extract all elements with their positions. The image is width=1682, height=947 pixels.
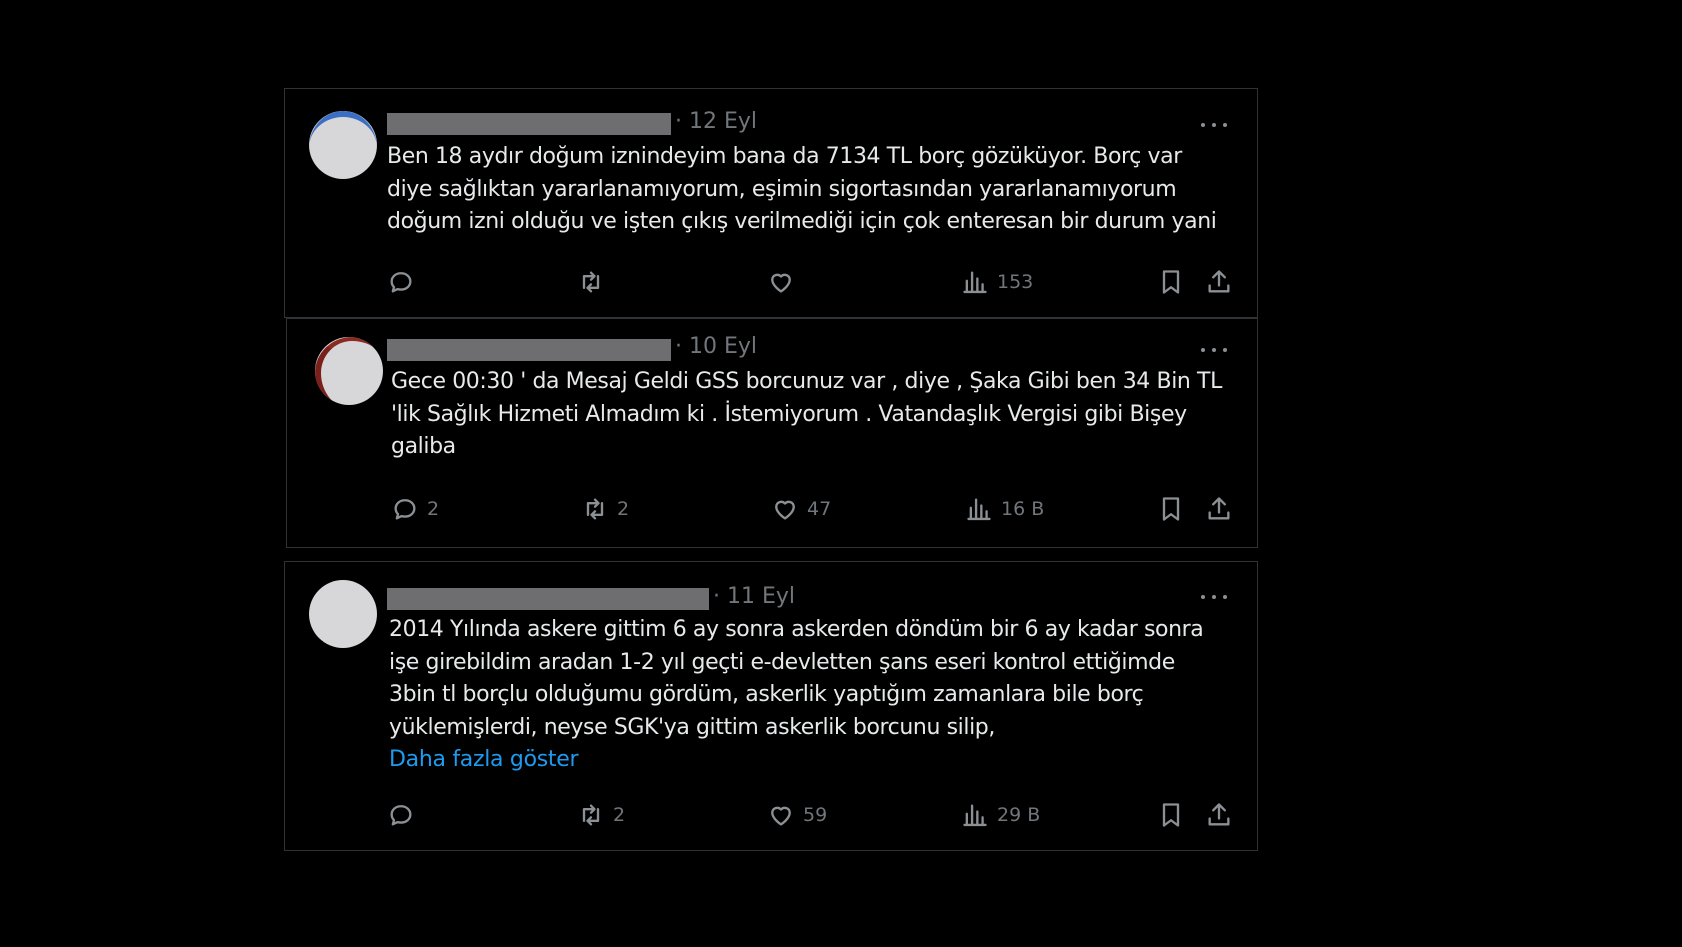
- bookmark-icon: [1162, 803, 1180, 827]
- share-icon: [1208, 270, 1230, 293]
- bookmark-button[interactable]: [1157, 493, 1185, 525]
- like-count: 47: [807, 498, 832, 520]
- tweet-card[interactable]: · 10 Eyl Gece 00:30 ' da Mesaj Geldi GSS…: [286, 318, 1258, 548]
- tweet-card[interactable]: · 12 Eyl Ben 18 aydır doğum iznindeyim b…: [284, 88, 1258, 318]
- views-icon: [967, 498, 991, 521]
- views-button[interactable]: 29 B: [961, 799, 1040, 831]
- tweet-actions: 2 2 47 16 B: [391, 493, 1233, 525]
- reply-icon: [390, 805, 412, 826]
- like-icon: [775, 500, 795, 520]
- tweet-date[interactable]: · 10 Eyl: [675, 334, 757, 359]
- bookmark-icon: [1162, 270, 1180, 294]
- views-icon: [963, 271, 987, 294]
- reply-button[interactable]: 2: [391, 493, 439, 525]
- tweet-date[interactable]: · 12 Eyl: [675, 109, 757, 134]
- reply-icon: [394, 499, 416, 520]
- like-count: 59: [803, 804, 828, 826]
- bookmark-icon: [1162, 497, 1180, 521]
- like-icon: [771, 273, 791, 293]
- avatar[interactable]: [309, 111, 377, 179]
- views-icon: [963, 804, 987, 827]
- more-icon[interactable]: [1201, 345, 1227, 355]
- retweet-icon: [582, 804, 600, 826]
- tweet-actions: 153: [387, 266, 1233, 298]
- share-icon: [1208, 497, 1230, 520]
- avatar[interactable]: [309, 580, 377, 648]
- reply-icon: [390, 272, 412, 293]
- tweet-text: 2014 Yılında askere gittim 6 ay sonra as…: [389, 617, 1204, 740]
- retweet-count: 2: [613, 804, 626, 826]
- views-button[interactable]: 16 B: [965, 493, 1044, 525]
- tweet-card[interactable]: · 11 Eyl 2014 Yılında askere gittim 6 ay…: [284, 561, 1258, 851]
- redacted-username: [387, 588, 709, 610]
- tweet-date[interactable]: · 11 Eyl: [713, 584, 795, 609]
- retweet-button[interactable]: [577, 266, 613, 298]
- retweet-count: 2: [617, 498, 630, 520]
- bookmark-button[interactable]: [1157, 799, 1185, 831]
- reply-count: 2: [427, 498, 440, 520]
- retweet-button[interactable]: 2: [581, 493, 629, 525]
- like-button[interactable]: 47: [771, 493, 831, 525]
- views-count: 29 B: [997, 804, 1041, 826]
- retweet-button[interactable]: 2: [577, 799, 625, 831]
- share-button[interactable]: [1205, 799, 1233, 831]
- tweet-actions: 2 59 29 B: [387, 799, 1233, 831]
- more-icon[interactable]: [1201, 120, 1227, 130]
- tweet-text: Ben 18 aydır doğum iznindeyim bana da 71…: [387, 144, 1217, 234]
- reply-button[interactable]: [387, 799, 423, 831]
- views-count: 16 B: [1001, 498, 1045, 520]
- retweet-icon: [582, 271, 600, 293]
- retweet-icon: [586, 498, 604, 520]
- like-icon: [771, 806, 791, 826]
- redacted-username: [387, 339, 671, 361]
- bookmark-button[interactable]: [1157, 266, 1185, 298]
- tweet-text: Gece 00:30 ' da Mesaj Geldi GSS borcunuz…: [391, 369, 1222, 459]
- show-more-link[interactable]: Daha fazla göster: [389, 747, 579, 772]
- share-icon: [1208, 803, 1230, 826]
- like-button[interactable]: [767, 266, 803, 298]
- more-icon[interactable]: [1201, 592, 1227, 602]
- like-button[interactable]: 59: [767, 799, 827, 831]
- redacted-username: [387, 113, 671, 135]
- reply-button[interactable]: [387, 266, 423, 298]
- views-count: 153: [997, 271, 1034, 293]
- avatar[interactable]: [315, 337, 383, 405]
- share-button[interactable]: [1205, 493, 1233, 525]
- views-button[interactable]: 153: [961, 266, 1033, 298]
- share-button[interactable]: [1205, 266, 1233, 298]
